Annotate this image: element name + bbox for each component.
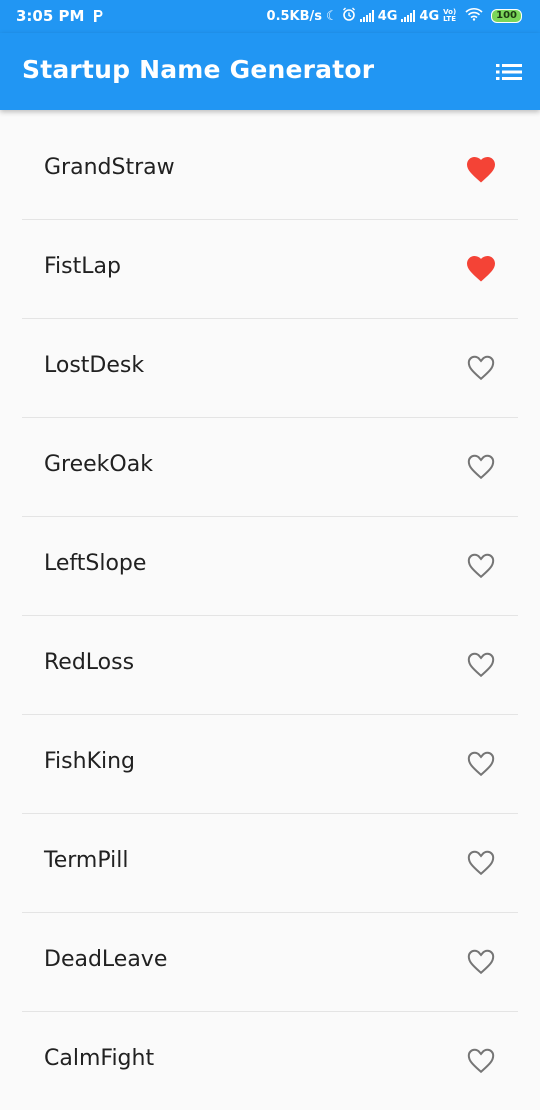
list-item[interactable]: DeadLeave <box>22 913 518 1012</box>
status-left: 3:05 PM <box>16 7 104 25</box>
favorite-border-icon[interactable] <box>466 551 496 581</box>
list-item[interactable]: FistLap <box>22 220 518 319</box>
network-speed: 0.5KB/s <box>266 8 323 24</box>
favorite-filled-icon[interactable] <box>466 155 496 185</box>
volte-label: Vo) LTE <box>443 8 457 23</box>
name-label: DeadLeave <box>44 947 168 972</box>
name-label: GrandStraw <box>44 155 175 180</box>
list-item[interactable]: GreekOak <box>22 418 518 517</box>
signal-icon <box>359 10 374 22</box>
name-list: GrandStraw FistLap LostDesk GreekOak LeftSlo… <box>0 121 540 1110</box>
favorite-border-icon[interactable] <box>466 848 496 878</box>
name-label: FistLap <box>44 254 121 279</box>
status-bar: 3:05 PM 0.5KB/s ☾ 4G 4G Vo) LTE 100 <box>0 0 540 33</box>
favorite-border-icon[interactable] <box>466 353 496 383</box>
app-title: Startup Name Generator <box>22 55 375 84</box>
favorite-border-icon[interactable] <box>466 947 496 977</box>
saved-list-button[interactable] <box>494 57 524 87</box>
favorite-border-icon[interactable] <box>466 749 496 779</box>
name-label: TermPill <box>44 848 129 873</box>
favorite-border-icon[interactable] <box>466 452 496 482</box>
list-item[interactable]: GrandStraw <box>22 121 518 220</box>
app-bar: Startup Name Generator <box>0 33 540 110</box>
network-type-1: 4G <box>377 8 398 24</box>
status-time: 3:05 PM <box>16 7 85 25</box>
favorite-border-icon[interactable] <box>466 1046 496 1076</box>
moon-icon: ☾ <box>326 8 338 24</box>
list-item[interactable]: LeftSlope <box>22 517 518 616</box>
alarm-icon <box>342 7 356 25</box>
favorite-border-icon[interactable] <box>466 650 496 680</box>
list-item[interactable]: RedLoss <box>22 616 518 715</box>
network-type-2: 4G <box>419 8 440 24</box>
name-label: LostDesk <box>44 353 145 378</box>
name-label: RedLoss <box>44 650 135 675</box>
list-item[interactable]: LostDesk <box>22 319 518 418</box>
favorite-filled-icon[interactable] <box>466 254 496 284</box>
status-right: 0.5KB/s ☾ 4G 4G Vo) LTE 100 <box>267 7 522 25</box>
name-label: FishKing <box>44 749 136 774</box>
name-label: LeftSlope <box>44 551 147 576</box>
list-item[interactable]: FishKing <box>22 715 518 814</box>
list-item[interactable]: TermPill <box>22 814 518 913</box>
name-label: CalmFight <box>44 1046 155 1071</box>
signal-icon-2 <box>401 10 416 22</box>
wifi-icon <box>465 7 483 25</box>
name-label: GreekOak <box>44 452 153 477</box>
p-icon <box>92 9 104 23</box>
battery-indicator: 100 <box>491 9 522 23</box>
list-icon <box>496 64 522 80</box>
list-item[interactable]: CalmFight <box>22 1012 518 1110</box>
